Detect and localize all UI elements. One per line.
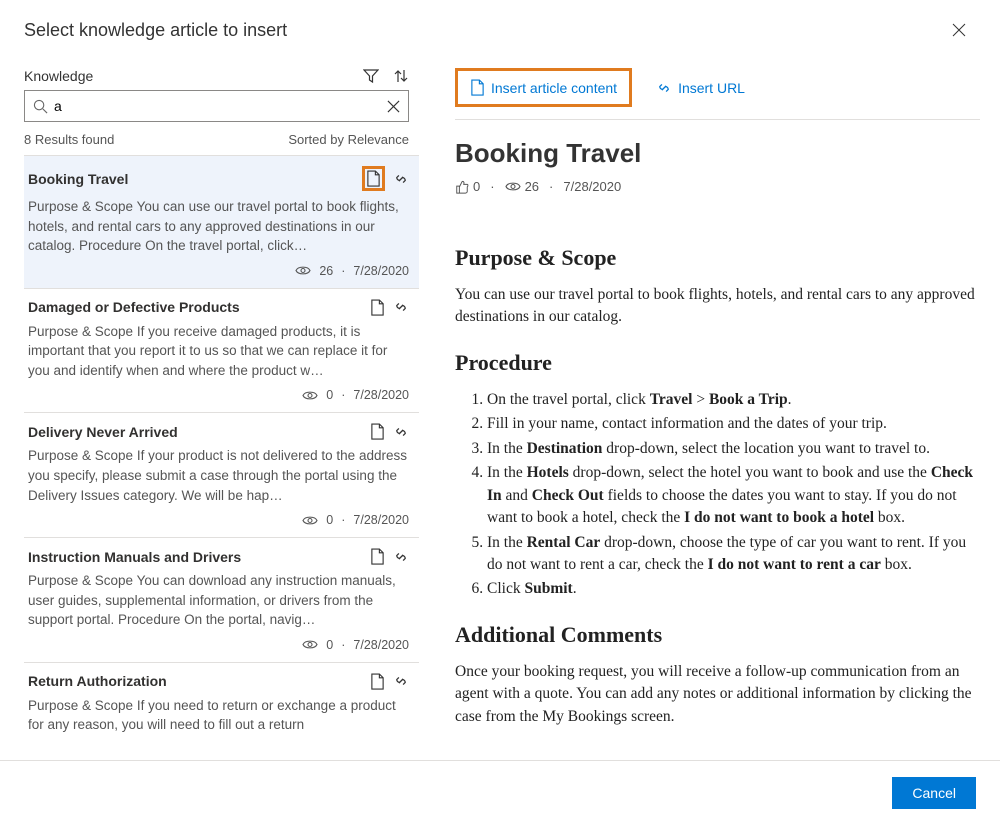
eye-icon: [505, 181, 521, 192]
result-title: Delivery Never Arrived: [28, 424, 178, 440]
result-views: 0: [326, 513, 333, 527]
article-body: Purpose & ScopeYou can use our travel po…: [455, 224, 980, 736]
filter-icon: [363, 68, 379, 84]
insert-content-icon-button[interactable]: [370, 673, 385, 690]
thumbs-up-icon: [455, 180, 469, 194]
search-icon: [33, 99, 48, 114]
article-likes: 0: [455, 179, 480, 194]
link-icon: [393, 424, 409, 440]
result-excerpt: Purpose & Scope You can download any ins…: [28, 571, 409, 630]
result-title: Instruction Manuals and Drivers: [28, 549, 241, 565]
close-icon: [952, 23, 966, 37]
knowledge-panel: Knowledge 8 Results found Sorted by Rele…: [24, 68, 419, 742]
result-views: 26: [319, 264, 333, 278]
article-preview-panel: Insert article content Insert URL Bookin…: [419, 68, 1000, 742]
link-icon: [393, 171, 409, 187]
insert-content-button[interactable]: Insert article content: [464, 75, 623, 100]
search-input[interactable]: [48, 98, 387, 114]
result-title: Damaged or Defective Products: [28, 299, 240, 315]
sort-icon: [393, 68, 409, 84]
article-title: Booking Travel: [455, 138, 980, 169]
insert-content-icon-button[interactable]: [370, 548, 385, 565]
document-icon: [370, 673, 385, 690]
result-excerpt: Purpose & Scope If you need to return or…: [28, 696, 409, 735]
clear-search-button[interactable]: [387, 100, 400, 113]
search-field[interactable]: [24, 90, 409, 122]
insert-url-icon-button[interactable]: [393, 299, 409, 316]
sorted-by: Sorted by Relevance: [288, 132, 409, 147]
document-icon: [370, 548, 385, 565]
insert-content-icon-button[interactable]: [370, 299, 385, 316]
insert-url-icon-button[interactable]: [393, 166, 409, 191]
panel-title: Knowledge: [24, 68, 93, 84]
result-excerpt: Purpose & Scope If your product is not d…: [28, 446, 409, 505]
cancel-button[interactable]: Cancel: [892, 777, 976, 809]
result-date: 7/28/2020: [353, 264, 409, 278]
close-button[interactable]: [952, 18, 976, 42]
eye-icon: [295, 265, 311, 276]
result-item[interactable]: Return Authorization Purpose & Scope If y…: [24, 663, 419, 742]
result-title: Booking Travel: [28, 171, 128, 187]
eye-icon: [302, 515, 318, 526]
result-date: 7/28/2020: [353, 513, 409, 527]
dialog-title: Select knowledge article to insert: [24, 20, 287, 41]
clear-icon: [387, 100, 400, 113]
result-excerpt: Purpose & Scope You can use our travel p…: [28, 197, 409, 256]
sort-button[interactable]: [393, 68, 409, 84]
results-list[interactable]: Booking Travel Purpose & Scope You can us…: [24, 155, 419, 742]
result-item[interactable]: Instruction Manuals and Drivers Purpose &…: [24, 538, 419, 663]
result-item[interactable]: Delivery Never Arrived Purpose & Scope If…: [24, 413, 419, 538]
insert-url-button[interactable]: Insert URL: [650, 76, 751, 100]
link-icon: [393, 549, 409, 565]
article-date: 7/28/2020: [563, 179, 621, 194]
results-count: 8 Results found: [24, 132, 114, 147]
result-title: Return Authorization: [28, 673, 167, 689]
insert-url-icon-button[interactable]: [393, 423, 409, 440]
insert-url-icon-button[interactable]: [393, 673, 409, 690]
result-date: 7/28/2020: [353, 388, 409, 402]
link-icon: [393, 299, 409, 315]
result-item[interactable]: Booking Travel Purpose & Scope You can us…: [24, 156, 419, 289]
result-excerpt: Purpose & Scope If you receive damaged p…: [28, 322, 409, 381]
result-date: 7/28/2020: [353, 638, 409, 652]
insert-content-icon-button[interactable]: [366, 170, 381, 187]
eye-icon: [302, 639, 318, 650]
insert-content-label: Insert article content: [491, 80, 617, 96]
document-icon: [470, 79, 485, 96]
insert-content-icon-button[interactable]: [370, 423, 385, 440]
document-icon: [366, 170, 381, 187]
eye-icon: [302, 390, 318, 401]
article-views: 26: [505, 179, 539, 194]
result-views: 0: [326, 388, 333, 402]
link-icon: [656, 80, 672, 96]
link-icon: [393, 673, 409, 689]
result-item[interactable]: Damaged or Defective Products Purpose & S…: [24, 289, 419, 414]
insert-url-label: Insert URL: [678, 80, 745, 96]
document-icon: [370, 423, 385, 440]
document-icon: [370, 299, 385, 316]
result-views: 0: [326, 638, 333, 652]
insert-url-icon-button[interactable]: [393, 548, 409, 565]
filter-button[interactable]: [363, 68, 379, 84]
